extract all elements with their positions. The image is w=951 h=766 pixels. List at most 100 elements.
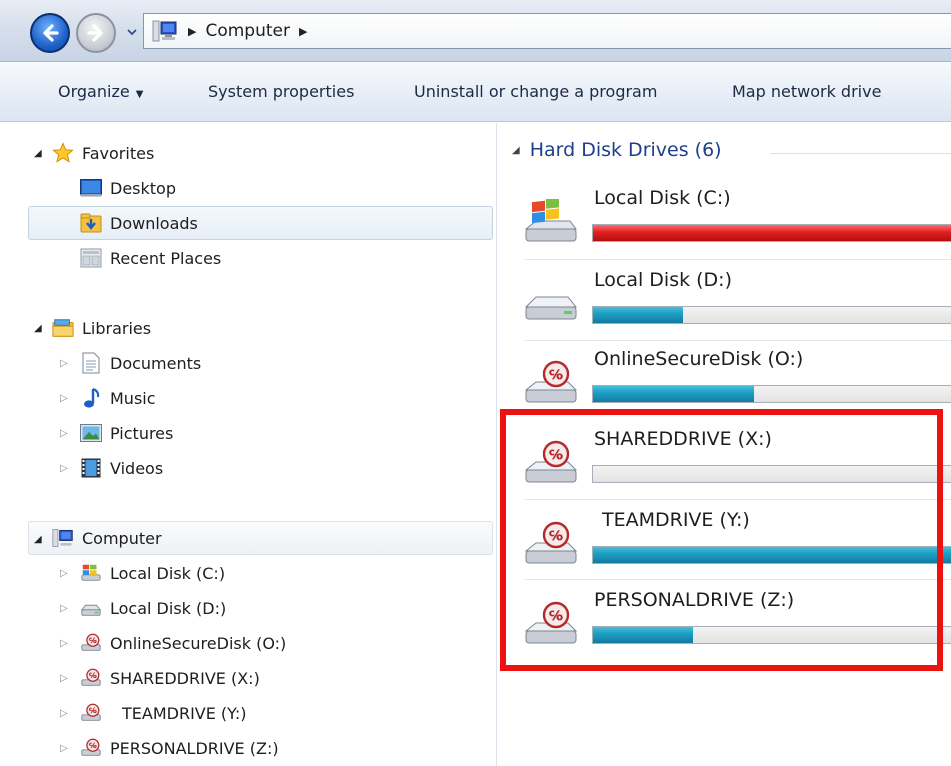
nav-favorites[interactable]: Favorites <box>52 137 154 169</box>
forward-button[interactable] <box>76 13 116 53</box>
svg-text:℅: ℅ <box>549 609 563 624</box>
drive-usage-bar <box>592 385 951 403</box>
nav-item-label: Pictures <box>110 423 174 443</box>
address-bar-area: ▶ Computer ▶ <box>0 0 951 62</box>
drive-tile-y[interactable]: ℅ TEAMDRIVE (Y:) <box>524 499 951 575</box>
nav-item-label: Local Disk (C:) <box>110 563 226 583</box>
nav-libraries[interactable]: Libraries <box>52 312 151 344</box>
desktop-icon <box>80 178 102 198</box>
nav-item-label: Documents <box>110 353 202 373</box>
drive-usage-bar <box>592 224 951 242</box>
svg-text:℅: ℅ <box>89 706 97 715</box>
libraries-folder-icon <box>52 318 74 338</box>
expand-music-icon[interactable]: ▷ <box>60 393 68 404</box>
nav-computer[interactable]: Computer <box>52 522 162 554</box>
windows-drive-icon <box>524 199 577 242</box>
drive-tile-d[interactable]: Local Disk (D:) <box>524 259 951 335</box>
star-icon <box>52 142 74 163</box>
nav-item-label: Local Disk (D:) <box>110 598 227 618</box>
command-bar: Organize ▼ System properties Uninstall or… <box>0 62 951 122</box>
drives-view: ◢ Hard Disk Drives (6) Local Disk (C:) L… <box>498 123 951 766</box>
nav-item-pictures[interactable]: Pictures <box>80 417 173 449</box>
system-properties-button[interactable]: System properties <box>208 82 354 101</box>
nav-drive-y[interactable]: ℅ TEAMDRIVE (Y:) <box>80 697 246 729</box>
recent-pages-dropdown[interactable] <box>126 26 138 38</box>
caret-down-icon: ▼ <box>135 89 144 100</box>
expand-computer-icon[interactable]: ◢ <box>34 534 42 545</box>
drive-usage-fill <box>593 307 683 323</box>
documents-icon <box>80 352 102 374</box>
collapse-group-icon[interactable]: ◢ <box>512 145 520 156</box>
svg-text:℅: ℅ <box>549 529 563 544</box>
nav-drive-o[interactable]: ℅ OnlineSecureDisk (O:) <box>80 627 286 659</box>
navigation-pane: ◢ Favorites Desktop Downloads Recent Pla… <box>0 123 497 766</box>
nav-item-label: Music <box>110 388 156 408</box>
svg-text:℅: ℅ <box>89 741 97 750</box>
drive-tile-z[interactable]: ℅ PERSONALDRIVE (Z:) <box>524 579 951 655</box>
back-button[interactable] <box>30 13 70 53</box>
nav-computer-label: Computer <box>82 528 162 548</box>
downloads-folder-icon <box>80 213 102 233</box>
expand-videos-icon[interactable]: ▷ <box>60 463 68 474</box>
secure-drive-icon: ℅ <box>524 601 578 644</box>
drive-name: SHAREDDRIVE (X:) <box>594 428 772 450</box>
drive-name: Local Disk (C:) <box>594 187 731 209</box>
nav-item-label: Videos <box>110 458 164 478</box>
recent-places-icon <box>80 248 102 268</box>
drive-name: OnlineSecureDisk (O:) <box>594 348 804 370</box>
map-network-drive-button[interactable]: Map network drive <box>732 82 881 101</box>
computer-icon <box>52 528 74 548</box>
drive-usage-bar <box>592 626 951 644</box>
nav-item-recent-places[interactable]: Recent Places <box>80 242 221 274</box>
nav-drive-d[interactable]: Local Disk (D:) <box>80 592 226 624</box>
nav-item-label: SHAREDDRIVE (X:) <box>110 668 260 688</box>
drive-usage-fill <box>593 386 755 402</box>
expand-drive-x-icon[interactable]: ▷ <box>60 673 68 684</box>
nav-libraries-label: Libraries <box>82 318 152 338</box>
secure-drive-icon: ℅ <box>524 360 578 403</box>
drive-name: Local Disk (D:) <box>594 269 732 291</box>
expand-libraries-icon[interactable]: ◢ <box>34 323 42 334</box>
expand-drive-o-icon[interactable]: ▷ <box>60 638 68 649</box>
address-field[interactable]: ▶ Computer ▶ <box>143 13 951 49</box>
secure-drive-icon: ℅ <box>80 703 102 723</box>
expand-drive-d-icon[interactable]: ▷ <box>60 603 68 614</box>
expand-documents-icon[interactable]: ▷ <box>60 358 68 369</box>
nav-item-label: Desktop <box>110 178 176 198</box>
nav-item-documents[interactable]: Documents <box>80 347 201 379</box>
group-divider <box>770 153 951 154</box>
breadcrumb-separator-icon[interactable]: ▶ <box>299 25 307 38</box>
secure-drive-icon: ℅ <box>80 738 102 758</box>
arrow-right-icon <box>87 24 103 42</box>
organize-button[interactable]: Organize ▼ <box>58 82 143 101</box>
nav-drive-c[interactable]: Local Disk (C:) <box>80 557 225 589</box>
nav-drive-x[interactable]: ℅ SHAREDDRIVE (X:) <box>80 662 260 694</box>
nav-item-music[interactable]: Music <box>80 382 156 414</box>
drive-name: TEAMDRIVE (Y:) <box>602 509 750 531</box>
group-header-hard-disk-drives[interactable]: ◢ Hard Disk Drives (6) <box>512 139 722 161</box>
expand-drive-c-icon[interactable]: ▷ <box>60 568 68 579</box>
drive-tile-x[interactable]: ℅ SHAREDDRIVE (X:) <box>524 418 951 494</box>
uninstall-program-button[interactable]: Uninstall or change a program <box>414 82 657 101</box>
expand-drive-y-icon[interactable]: ▷ <box>60 708 68 719</box>
breadcrumb-computer[interactable]: Computer <box>205 21 290 41</box>
drive-tile-c[interactable]: Local Disk (C:) <box>524 177 951 253</box>
secure-drive-icon: ℅ <box>80 668 102 688</box>
svg-text:℅: ℅ <box>89 636 97 645</box>
videos-filmstrip-icon <box>80 458 102 478</box>
nav-drive-z[interactable]: ℅ PERSONALDRIVE (Z:) <box>80 732 279 764</box>
group-title: Hard Disk Drives (6) <box>529 139 722 161</box>
drive-usage-bar <box>592 465 951 483</box>
nav-favorites-label: Favorites <box>82 143 155 163</box>
drive-tile-o[interactable]: ℅ OnlineSecureDisk (O:) <box>524 338 951 414</box>
drive-usage-fill <box>593 627 694 643</box>
nav-item-videos[interactable]: Videos <box>80 452 163 484</box>
nav-item-label: TEAMDRIVE (Y:) <box>122 703 247 723</box>
nav-item-desktop[interactable]: Desktop <box>80 172 176 204</box>
nav-item-label: Downloads <box>110 213 198 233</box>
nav-item-downloads[interactable]: Downloads <box>80 207 198 239</box>
expand-drive-z-icon[interactable]: ▷ <box>60 743 68 754</box>
expand-pictures-icon[interactable]: ▷ <box>60 428 68 439</box>
expand-favorites-icon[interactable]: ◢ <box>34 148 42 159</box>
drive-usage-fill <box>593 225 951 241</box>
